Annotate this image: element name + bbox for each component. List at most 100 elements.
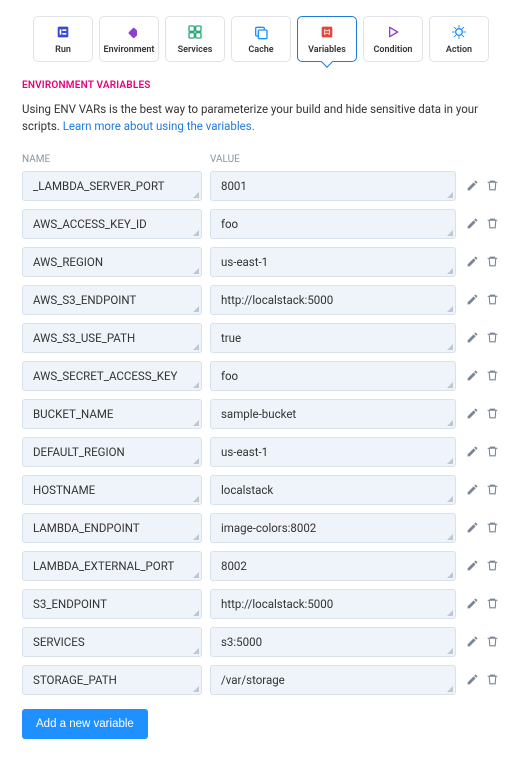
pencil-icon[interactable] [466, 559, 480, 573]
variable-row: BUCKET_NAME sample-bucket [22, 399, 500, 429]
tab-label: Run [55, 45, 71, 55]
variable-value-input[interactable]: us-east-1 [210, 247, 456, 277]
variable-value-input[interactable]: foo [210, 209, 456, 239]
variable-value-input[interactable]: http://localstack:5000 [210, 285, 456, 315]
pencil-icon[interactable] [466, 597, 480, 611]
trash-icon[interactable] [486, 407, 500, 421]
tab-condition[interactable]: Condition [363, 16, 423, 62]
column-header-name: NAME [22, 154, 202, 165]
pencil-icon[interactable] [466, 407, 480, 421]
variables-list: _LAMBDA_SERVER_PORT 8001 AWS_ACCESS_KEY_ID… [22, 171, 500, 695]
variable-name-input[interactable]: BUCKET_NAME [22, 399, 202, 429]
variable-name-input[interactable]: DEFAULT_REGION [22, 437, 202, 467]
variable-name-input[interactable]: S3_ENDPOINT [22, 589, 202, 619]
description: Using ENV VARs is the best way to parame… [22, 101, 500, 136]
row-actions [464, 521, 500, 535]
trash-icon[interactable] [486, 483, 500, 497]
tab-label: Variables [308, 45, 346, 55]
pencil-icon[interactable] [466, 331, 480, 345]
row-actions [464, 255, 500, 269]
trash-icon[interactable] [486, 445, 500, 459]
row-actions [464, 673, 500, 687]
variable-value-input[interactable]: localstack [210, 475, 456, 505]
pencil-icon[interactable] [466, 255, 480, 269]
pencil-icon[interactable] [466, 369, 480, 383]
pencil-icon[interactable] [466, 179, 480, 193]
row-actions [464, 483, 500, 497]
variable-name-input[interactable]: STORAGE_PATH [22, 665, 202, 695]
run-icon [55, 24, 71, 40]
tab-cache[interactable]: Cache [231, 16, 291, 62]
cache-icon [253, 24, 269, 40]
trash-icon[interactable] [486, 179, 500, 193]
add-variable-button[interactable]: Add a new variable [22, 709, 148, 739]
trash-icon[interactable] [486, 255, 500, 269]
variable-name-input[interactable]: SERVICES [22, 627, 202, 657]
variable-value-input[interactable]: /var/storage [210, 665, 456, 695]
pencil-icon[interactable] [466, 293, 480, 307]
tab-variables[interactable]: Variables [297, 16, 357, 62]
variable-row: STORAGE_PATH/var/storage [22, 665, 500, 695]
trash-icon[interactable] [486, 635, 500, 649]
trash-icon[interactable] [486, 597, 500, 611]
variable-name-input[interactable]: AWS_ACCESS_KEY_ID [22, 209, 202, 239]
variable-name-input[interactable]: AWS_SECRET_ACCESS_KEY [22, 361, 202, 391]
tab-environment[interactable]: Environment [99, 16, 159, 62]
variable-row: _LAMBDA_SERVER_PORT 8001 [22, 171, 500, 201]
pencil-icon[interactable] [466, 445, 480, 459]
tab-run[interactable]: Run [33, 16, 93, 62]
variable-value-input[interactable]: sample-bucket [210, 399, 456, 429]
variable-name-input[interactable]: AWS_REGION [22, 247, 202, 277]
tab-action[interactable]: Action [429, 16, 489, 62]
trash-icon[interactable] [486, 293, 500, 307]
column-header-value: VALUE [210, 154, 500, 165]
row-actions [464, 331, 500, 345]
variable-row: HOSTNAME localstack [22, 475, 500, 505]
pencil-icon[interactable] [466, 483, 480, 497]
variable-name-input[interactable]: AWS_S3_ENDPOINT [22, 285, 202, 315]
variable-value-input[interactable]: foo [210, 361, 456, 391]
tab-label: Condition [374, 45, 413, 55]
row-actions [464, 635, 500, 649]
row-actions [464, 179, 500, 193]
trash-icon[interactable] [486, 673, 500, 687]
tab-label: Services [178, 45, 213, 55]
variable-value-input[interactable]: us-east-1 [210, 437, 456, 467]
services-icon [187, 24, 203, 40]
trash-icon[interactable] [486, 559, 500, 573]
row-actions [464, 445, 500, 459]
variable-name-input[interactable]: AWS_S3_USE_PATH [22, 323, 202, 353]
row-actions [464, 293, 500, 307]
pencil-icon[interactable] [466, 217, 480, 231]
variable-row: AWS_REGION us-east-1 [22, 247, 500, 277]
trash-icon[interactable] [486, 331, 500, 345]
learn-more-link[interactable]: Learn more about using the variables. [63, 119, 255, 133]
environment-icon [121, 24, 137, 40]
tab-services[interactable]: Services [165, 16, 225, 62]
variable-value-input[interactable]: 8002 [210, 551, 456, 581]
variable-name-input[interactable]: HOSTNAME [22, 475, 202, 505]
trash-icon[interactable] [486, 217, 500, 231]
pencil-icon[interactable] [466, 673, 480, 687]
trash-icon[interactable] [486, 521, 500, 535]
variables-icon [319, 24, 335, 40]
variable-row: AWS_S3_USE_PATH true [22, 323, 500, 353]
variable-row: DEFAULT_REGION us-east-1 [22, 437, 500, 467]
row-actions [464, 559, 500, 573]
variable-name-input[interactable]: LAMBDA_EXTERNAL_PORT [22, 551, 202, 581]
pencil-icon[interactable] [466, 635, 480, 649]
variable-name-input[interactable]: _LAMBDA_SERVER_PORT [22, 171, 202, 201]
tab-label: Cache [248, 45, 273, 55]
variable-value-input[interactable]: image-colors:8002 [210, 513, 456, 543]
variable-value-input[interactable]: 8001 [210, 171, 456, 201]
condition-icon [385, 24, 401, 40]
pencil-icon[interactable] [466, 521, 480, 535]
variable-value-input[interactable]: s3:5000 [210, 627, 456, 657]
variable-value-input[interactable]: true [210, 323, 456, 353]
row-actions [464, 369, 500, 383]
variable-name-input[interactable]: LAMBDA_ENDPOINT [22, 513, 202, 543]
variable-value-input[interactable]: http://localstack:5000 [210, 589, 456, 619]
row-actions [464, 407, 500, 421]
tab-label: Environment [104, 45, 155, 55]
trash-icon[interactable] [486, 369, 500, 383]
